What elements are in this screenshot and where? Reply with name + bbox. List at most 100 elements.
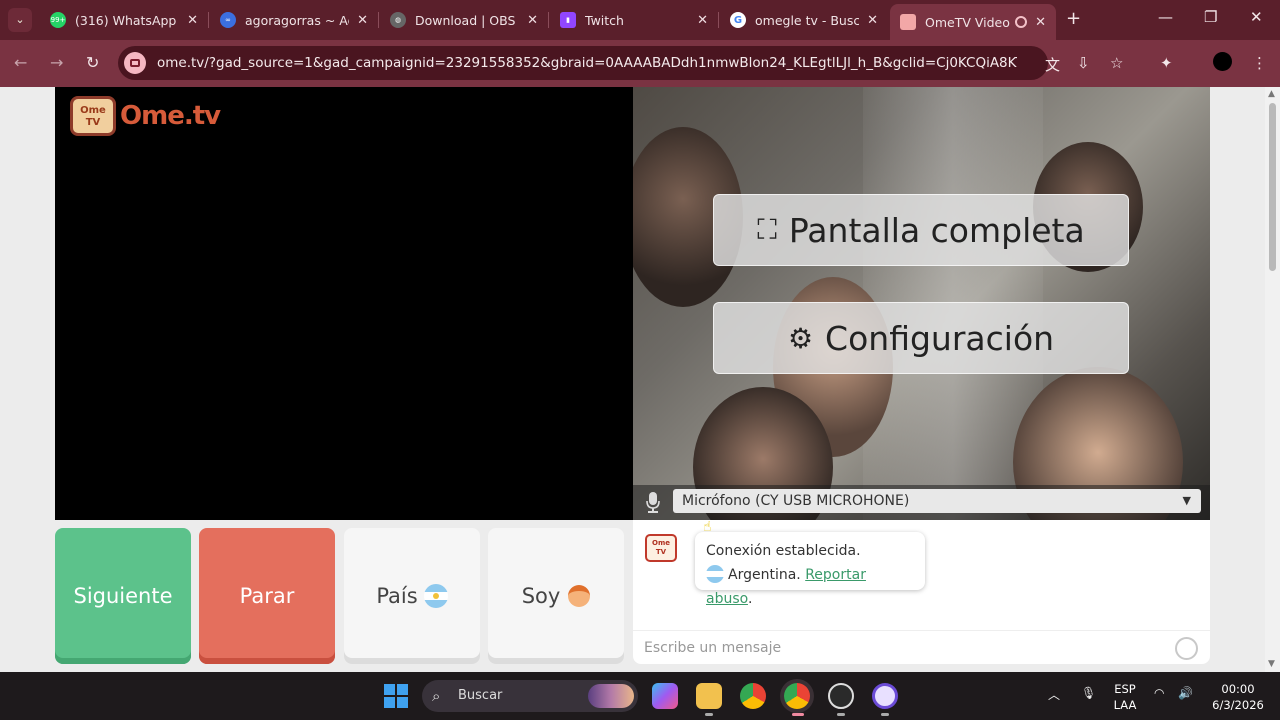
settings-label: Configuración (825, 318, 1055, 358)
scroll-thumb[interactable] (1269, 103, 1276, 271)
tab-title: Twitch (585, 12, 624, 28)
tab-title: OmeTV Video (925, 14, 1010, 30)
keyboard-layout: LAA (1113, 698, 1137, 712)
profile-avatar[interactable] (1213, 52, 1232, 71)
fullscreen-button[interactable]: ⛶ Pantalla completa (713, 194, 1129, 266)
tab-strip: ⌄ 99+ (316) WhatsApp Bu ✕ ∞ agoragorras … (0, 0, 1280, 40)
google-icon: G (730, 12, 746, 28)
fullscreen-icon: ⛶ (757, 213, 777, 246)
bookmark-star-icon[interactable]: ☆ (1110, 54, 1123, 72)
self-video: ⛶ Pantalla completa ⚙ Configuración (633, 87, 1210, 520)
message-input[interactable]: Escribe un mensaje (633, 630, 1210, 664)
next-label: Siguiente (73, 584, 173, 608)
address-bar[interactable]: ome.tv/?gad_source=1&gad_campaignid=2329… (118, 46, 1048, 80)
microphone-icon (646, 492, 660, 513)
minimize-icon[interactable]: — (1158, 8, 1173, 26)
close-tab-icon[interactable]: ✕ (357, 13, 368, 28)
tab-title: omegle tv - Buscar (755, 12, 860, 28)
browser-chrome: ⌄ 99+ (316) WhatsApp Bu ✕ ∞ agoragorras … (0, 0, 1280, 87)
next-button[interactable]: Siguiente (55, 528, 191, 664)
logo-badge: Ome TV (70, 96, 116, 136)
obs-taskbar-icon[interactable] (828, 683, 854, 709)
tab-obs[interactable]: ◍ Download | OBS ✕ (380, 4, 548, 36)
country-button[interactable]: País (344, 528, 480, 664)
gender-label: Soy (521, 584, 561, 608)
clock[interactable]: 00:00 6/3/2026 (1206, 681, 1270, 713)
language-code: ESP (1114, 682, 1136, 696)
back-icon[interactable]: ← (14, 53, 27, 72)
tab-whatsapp[interactable]: 99+ (316) WhatsApp Bu ✕ (40, 4, 208, 36)
tab-title: (316) WhatsApp Bu (75, 12, 179, 28)
obs-icon: ◍ (390, 12, 406, 28)
input-language[interactable]: ESP LAA (1110, 681, 1140, 713)
new-tab-icon[interactable]: + (1066, 8, 1081, 29)
volume-icon[interactable]: 🔊 (1178, 686, 1193, 700)
scroll-down-icon[interactable]: ▼ (1268, 659, 1275, 669)
stop-button[interactable]: Parar (199, 528, 335, 664)
extensions-icon[interactable]: ✦ (1160, 54, 1173, 72)
fullscreen-label: Pantalla completa (788, 210, 1085, 250)
clock-time: 00:00 (1221, 682, 1255, 696)
message-placeholder: Escribe un mensaje (644, 640, 782, 656)
close-tab-icon[interactable]: ✕ (867, 13, 878, 28)
country-label: País (376, 584, 418, 608)
tab-title: agoragorras ~ Adr (245, 12, 349, 28)
tab-search-button[interactable]: ⌄ (8, 8, 32, 32)
copilot-icon[interactable] (652, 683, 678, 709)
translate-icon[interactable]: 文 (1045, 54, 1060, 75)
microphone-bar: Micrófono (CY USB MICROHONE) ▼ (633, 485, 1210, 520)
install-app-icon[interactable]: ⇩ (1077, 54, 1090, 72)
close-tab-icon[interactable]: ✕ (187, 13, 198, 28)
media-player-icon[interactable] (872, 683, 898, 709)
url-text[interactable]: ome.tv/?gad_source=1&gad_campaignid=2329… (157, 55, 1017, 71)
close-window-icon[interactable]: ✕ (1250, 8, 1263, 26)
gender-button[interactable]: Soy (488, 528, 624, 664)
microphone-selected: Micrófono (CY USB MICROHONE) (682, 493, 910, 509)
reload-icon[interactable]: ↻ (86, 53, 99, 72)
emoji-icon[interactable] (1175, 637, 1198, 660)
tab-title: Download | OBS (415, 12, 516, 28)
close-tab-icon[interactable]: ✕ (527, 13, 538, 28)
partner-country-line: Argentina. Reportar abuso. (706, 563, 914, 611)
argentina-flag-icon (423, 584, 448, 608)
wifi-icon[interactable]: ◠ (1154, 686, 1164, 700)
partner-country: Argentina. (728, 567, 801, 583)
tab-agoragorras[interactable]: ∞ agoragorras ~ Adr ✕ (210, 4, 378, 36)
logo-text: Ome.tv (120, 101, 221, 131)
mouse-cursor-icon: ☝ (703, 519, 712, 535)
stop-label: Parar (239, 584, 295, 608)
chrome-active-icon[interactable] (784, 683, 810, 709)
menu-icon[interactable]: ⋮ (1252, 54, 1267, 72)
windows-start-icon[interactable] (384, 684, 408, 708)
show-hidden-icons-icon[interactable]: ︿ (1048, 686, 1060, 703)
chat-panel: Ome TV Conexión establecida. Argentina. … (633, 520, 1210, 664)
taskbar-search-label: Buscar (458, 688, 503, 703)
restore-icon[interactable]: ❐ (1204, 8, 1217, 26)
search-highlight-image (588, 684, 634, 708)
boy-icon (568, 585, 591, 607)
tab-ometv[interactable]: OmeTV Video ✕ (890, 4, 1056, 40)
close-tab-icon[interactable]: ✕ (1035, 15, 1046, 30)
taskbar-search[interactable]: ⌕ Buscar (422, 680, 638, 712)
tab-google-search[interactable]: G omegle tv - Buscar ✕ (720, 4, 888, 36)
ometv-chat-logo: Ome TV (645, 534, 677, 562)
microphone-select[interactable]: Micrófono (CY USB MICROHONE) ▼ (673, 489, 1201, 513)
ometv-logo: Ome TV Ome.tv (70, 96, 221, 136)
report-suffix: . (747, 591, 753, 607)
scroll-up-icon[interactable]: ▲ (1268, 89, 1275, 99)
clock-date: 6/3/2026 (1212, 698, 1264, 712)
file-explorer-icon[interactable] (696, 683, 722, 709)
microphone-tray-icon[interactable]: 🎙 (1081, 686, 1096, 700)
camera-permission-icon[interactable] (124, 52, 146, 74)
close-tab-icon[interactable]: ✕ (697, 13, 708, 28)
settings-button[interactable]: ⚙ Configuración (713, 302, 1129, 374)
gear-icon: ⚙ (787, 321, 814, 355)
page-scrollbar[interactable]: ▲ ▼ (1265, 87, 1280, 672)
link-icon: ∞ (220, 12, 236, 28)
chrome-icon[interactable] (740, 683, 766, 709)
partner-video (55, 87, 633, 520)
tab-twitch[interactable]: ▮ Twitch ✕ (550, 4, 718, 36)
recording-icon (1015, 16, 1028, 28)
system-message: Conexión establecida. Argentina. Reporta… (695, 532, 925, 607)
forward-icon[interactable]: → (50, 53, 63, 72)
